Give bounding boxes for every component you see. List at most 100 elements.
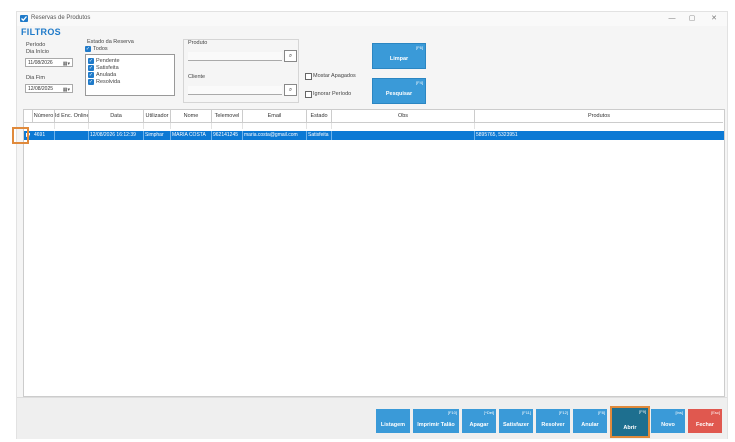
abrir-button[interactable]: [F9] Abrir — [610, 406, 650, 438]
title-bar: Reservas de Produtos — ▢ ✕ — [17, 12, 727, 26]
calendar-icon[interactable]: ▦▾ — [63, 86, 70, 95]
estado-label: Estado da Reserva — [87, 39, 134, 45]
column-header[interactable]: Estado — [307, 110, 332, 123]
filter-cell[interactable] — [171, 123, 212, 129]
resolvida-checkbox[interactable]: ✓ — [88, 79, 94, 85]
action-bar: Listagem [F10] Imprimir Talão [^Del] Apa… — [17, 397, 727, 439]
maximize-button[interactable]: ▢ — [685, 14, 699, 24]
dia-inicio-field[interactable]: 11/08/2026 ▦▾ — [25, 58, 73, 67]
filter-cell[interactable] — [89, 123, 144, 129]
filter-cell[interactable] — [212, 123, 243, 129]
ignorar-periodo-checkbox[interactable] — [305, 91, 312, 98]
filter-cell[interactable] — [33, 123, 55, 129]
imprimir-label: Imprimir Talão — [417, 422, 455, 428]
estado-option: Satisfeita — [96, 65, 119, 71]
column-header[interactable]: Nome — [171, 110, 212, 123]
cliente-label: Cliente — [188, 74, 206, 80]
filter-cell[interactable] — [55, 123, 89, 129]
anulada-checkbox[interactable]: ✓ — [88, 72, 94, 78]
limpar-button[interactable]: [F6] Limpar — [372, 43, 426, 69]
cell-telemovel: 962141245 — [212, 131, 243, 140]
pesquisar-shortcut: [F4] — [416, 80, 423, 85]
dia-fim-value: 12/08/2025 — [28, 86, 54, 92]
novo-button[interactable]: [Ins] Novo — [651, 409, 685, 433]
select-column-header — [24, 110, 33, 123]
row-checkbox-highlight — [12, 127, 29, 144]
satisfazer-button[interactable]: [F11] Satisfazer — [499, 409, 533, 433]
mostrar-apagados-label: Mostar Apagados — [313, 73, 356, 79]
anular-label: Anular — [581, 422, 599, 428]
reservas-table: Número Id Enc. Online Data Utilizador No… — [23, 109, 725, 397]
calendar-icon[interactable]: ▦▾ — [63, 60, 70, 69]
anular-shortcut: [F8] — [598, 410, 605, 415]
novo-label: Novo — [661, 422, 675, 428]
cell-estado: Satisfeita — [307, 131, 332, 140]
column-header[interactable]: Email — [243, 110, 307, 123]
cell-id-enc — [55, 131, 89, 140]
todos-checkbox[interactable]: ✓ — [85, 46, 91, 52]
main-window: Reservas de Produtos — ▢ ✕ FILTROS Perío… — [16, 11, 728, 439]
satisfeita-checkbox[interactable]: ✓ — [88, 65, 94, 71]
limpar-label: Limpar — [389, 56, 409, 62]
abrir-label: Abrir — [623, 425, 637, 431]
fechar-button[interactable]: [Esc] Fechar — [688, 409, 722, 433]
anular-button[interactable]: [F8] Anular — [573, 409, 607, 433]
pesquisar-label: Pesquisar — [385, 91, 413, 97]
filter-cell[interactable] — [144, 123, 171, 129]
filters-title: FILTROS — [21, 27, 61, 37]
dia-inicio-value: 11/08/2026 — [28, 60, 53, 66]
imprimir-shortcut: [F10] — [447, 410, 457, 415]
pesquisar-button[interactable]: [F4] Pesquisar — [372, 78, 426, 104]
produto-label: Produto — [188, 40, 208, 46]
imprimir-talao-button[interactable]: [F10] Imprimir Talão — [413, 409, 459, 433]
column-header[interactable]: Número — [33, 110, 55, 123]
cell-numero: 4691 — [33, 131, 55, 140]
resolver-button[interactable]: [F12] Resolver — [536, 409, 570, 433]
periodo-label: Período — [26, 42, 46, 48]
cell-data: 12/08/2026 16:12:39 — [89, 131, 144, 140]
dia-fim-label: Dia Fim — [26, 75, 45, 81]
estado-listbox[interactable]: ✓ Pendente ✓ Satisfeita ✓ Anulada ✓ Reso… — [85, 54, 175, 96]
fechar-label: Fechar — [695, 422, 715, 428]
fechar-shortcut: [Esc] — [711, 410, 720, 415]
pendente-checkbox[interactable]: ✓ — [88, 58, 94, 64]
filter-cell[interactable] — [307, 123, 332, 129]
mostrar-apagados-checkbox[interactable] — [305, 73, 312, 80]
produto-input[interactable] — [188, 52, 282, 61]
close-button[interactable]: ✕ — [707, 14, 721, 24]
novo-shortcut: [Ins] — [675, 410, 683, 415]
apagar-button[interactable]: [^Del] Apagar — [462, 409, 496, 433]
listagem-button[interactable]: Listagem — [376, 409, 410, 433]
produto-search-icon[interactable]: ⌕ — [284, 50, 297, 62]
resolver-shortcut: [F12] — [558, 410, 568, 415]
column-header[interactable]: Id Enc. Online — [55, 110, 89, 123]
apagar-shortcut: [^Del] — [483, 410, 494, 415]
apagar-label: Apagar — [469, 422, 489, 428]
periodo-group: Período Dia Início 11/08/2026 ▦▾ Dia Fim… — [21, 41, 81, 105]
table-row[interactable]: 4691 12/08/2026 16:12:39 Simphar MARIA C… — [24, 131, 724, 140]
estado-option: Resolvida — [96, 79, 121, 85]
cell-obs — [332, 131, 475, 140]
dia-fim-field[interactable]: 12/08/2025 ▦▾ — [25, 84, 73, 93]
column-header[interactable]: Data — [89, 110, 144, 123]
satisfazer-label: Satisfazer — [503, 422, 529, 428]
cliente-search-icon[interactable]: ⌕ — [284, 84, 297, 96]
produto-cliente-group: Produto ⌕ Cliente ⌕ — [183, 39, 299, 103]
app-checkmark-icon — [20, 15, 28, 22]
cell-produtos: 5895765, 5323951 — [476, 132, 518, 138]
column-header[interactable]: Utilizador — [144, 110, 171, 123]
column-header[interactable]: Telemovel — [212, 110, 243, 123]
column-header[interactable]: Produtos — [475, 110, 723, 123]
minimize-button[interactable]: — — [665, 14, 679, 24]
cell-nome: MARIA COSTA — [171, 131, 212, 140]
column-header[interactable]: Obs — [332, 110, 475, 123]
cliente-input[interactable] — [188, 86, 282, 95]
filter-cell[interactable] — [475, 123, 723, 129]
window-title: Reservas de Produtos — [31, 15, 91, 21]
resolver-label: Resolver — [541, 422, 565, 428]
estado-option: Pendente — [96, 58, 120, 64]
filter-cell[interactable] — [332, 123, 475, 129]
todos-label: Todos — [93, 46, 108, 52]
filter-cell[interactable] — [243, 123, 307, 129]
satisfazer-shortcut: [F11] — [522, 410, 531, 415]
